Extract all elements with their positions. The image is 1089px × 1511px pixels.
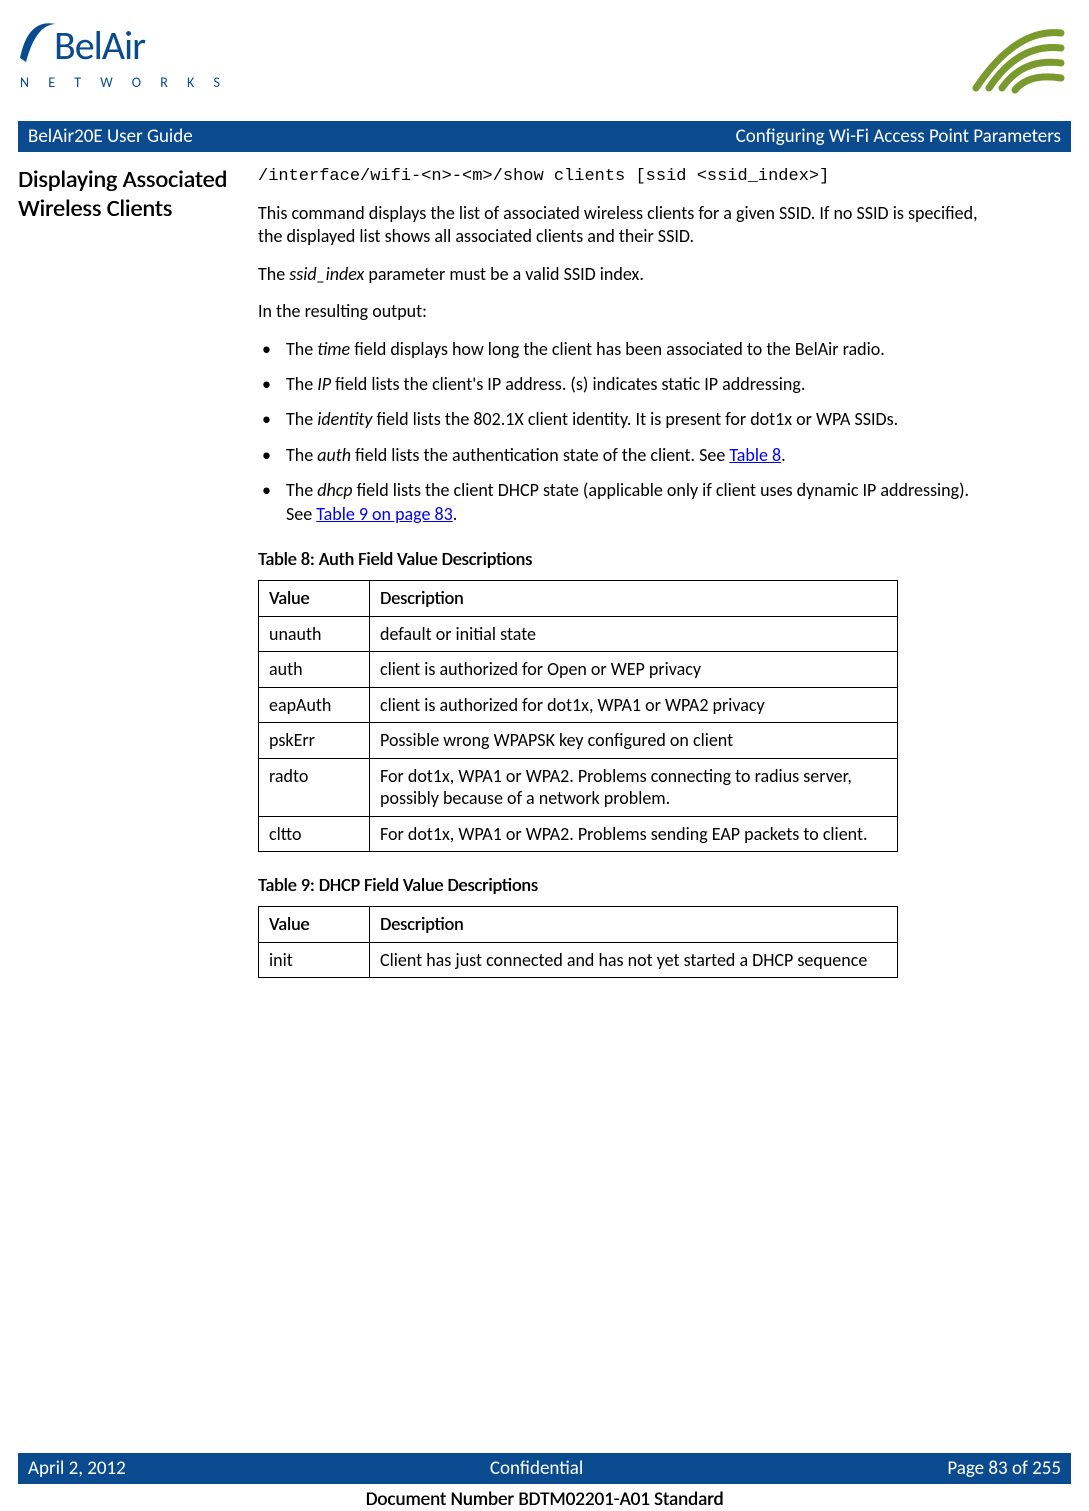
footer-page: Page 83 of 255 bbox=[947, 1457, 1061, 1480]
table-8: Value Description unauthdefault or initi… bbox=[258, 580, 898, 852]
table-row: pskErrPossible wrong WPAPSK key configur… bbox=[259, 723, 898, 759]
output-bullets: The time field displays how long the cli… bbox=[258, 338, 978, 526]
section-heading: Displaying Associated Wireless Clients bbox=[18, 166, 238, 978]
logo-signal-icon bbox=[961, 18, 1071, 103]
table-row: radtoFor dot1x, WPA1 or WPA2. Problems c… bbox=[259, 758, 898, 816]
table-9-caption: Table 9: DHCP Field Value Descriptions bbox=[258, 874, 978, 896]
table-row: initClient has just connected and has no… bbox=[259, 942, 898, 978]
logo-row: BelAir N E T W O R K S bbox=[18, 18, 1071, 103]
document-number: Document Number BDTM02201-A01 Standard bbox=[18, 1484, 1071, 1511]
link-table-8[interactable]: Table 8 bbox=[729, 444, 781, 466]
bullet-ip: The IP field lists the client's IP addre… bbox=[258, 373, 978, 396]
table-row: Value Description bbox=[259, 907, 898, 943]
table-row: clttoFor dot1x, WPA1 or WPA2. Problems s… bbox=[259, 816, 898, 852]
table-header-value: Value bbox=[259, 907, 370, 943]
para-intro: This command displays the list of associ… bbox=[258, 202, 978, 249]
title-bar: BelAir20E User Guide Configuring Wi-Fi A… bbox=[18, 121, 1071, 152]
title-bar-left: BelAir20E User Guide bbox=[28, 125, 193, 148]
table-8-caption: Table 8: Auth Field Value Descriptions bbox=[258, 548, 978, 570]
brand-logo: BelAir N E T W O R K S bbox=[18, 18, 228, 91]
logo-main-text: BelAir bbox=[54, 21, 145, 70]
logo-swoosh-icon bbox=[18, 18, 58, 72]
bullet-auth: The auth field lists the authentication … bbox=[258, 444, 978, 467]
table-row: authclient is authorized for Open or WEP… bbox=[259, 652, 898, 688]
table-row: eapAuthclient is authorized for dot1x, W… bbox=[259, 687, 898, 723]
table-row: Value Description bbox=[259, 581, 898, 617]
para-output-intro: In the resulting output: bbox=[258, 300, 978, 323]
table-row: unauthdefault or initial state bbox=[259, 616, 898, 652]
logo-sub-text: N E T W O R K S bbox=[20, 74, 228, 91]
table-header-description: Description bbox=[370, 907, 898, 943]
footer-date: April 2, 2012 bbox=[28, 1457, 126, 1480]
para-ssid-index: The ssid_index parameter must be a valid… bbox=[258, 263, 978, 286]
link-table-9[interactable]: Table 9 on page 83 bbox=[316, 503, 453, 525]
footer-confidential: Confidential bbox=[490, 1457, 583, 1480]
bullet-dhcp: The dhcp field lists the client DHCP sta… bbox=[258, 479, 978, 526]
command-syntax: /interface/wifi-<n>-<m>/show clients [ss… bbox=[258, 166, 978, 188]
page-footer: April 2, 2012 Confidential Page 83 of 25… bbox=[18, 1453, 1071, 1511]
table-header-description: Description bbox=[370, 581, 898, 617]
table-header-value: Value bbox=[259, 581, 370, 617]
bullet-identity: The identity field lists the 802.1X clie… bbox=[258, 408, 978, 431]
section-body: /interface/wifi-<n>-<m>/show clients [ss… bbox=[258, 166, 978, 978]
title-bar-right: Configuring Wi-Fi Access Point Parameter… bbox=[736, 125, 1061, 148]
bullet-time: The time field displays how long the cli… bbox=[258, 338, 978, 361]
table-9: Value Description initClient has just co… bbox=[258, 906, 898, 978]
